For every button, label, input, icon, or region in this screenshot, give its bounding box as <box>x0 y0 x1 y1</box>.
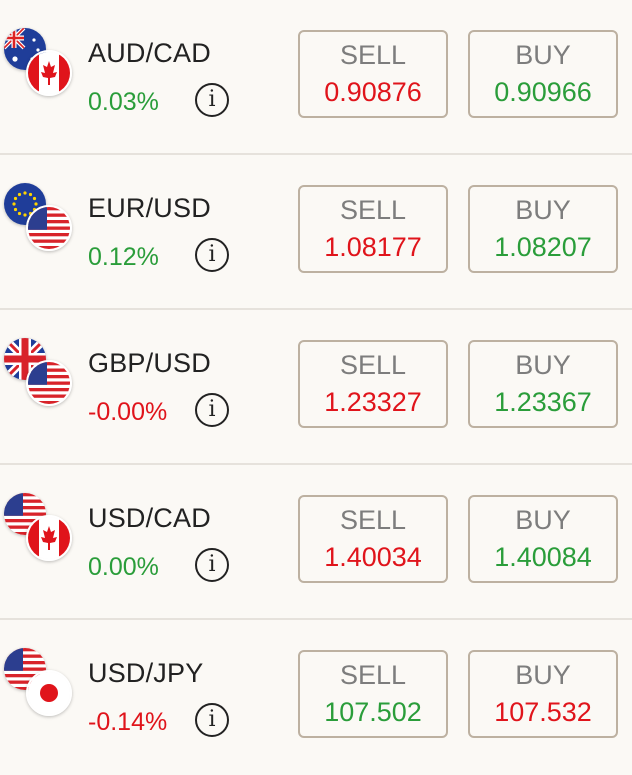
pair-name: USD/CAD <box>88 503 211 533</box>
buy-label: BUY <box>515 350 571 380</box>
instrument-row-usd-jpy[interactable]: USD/JPY -0.14% i SELL 107.502 BUY 107.53… <box>0 620 632 775</box>
buy-button[interactable]: BUY 107.532 <box>468 650 618 738</box>
canada-flag-icon <box>26 50 72 96</box>
buy-price: 0.90966 <box>494 77 592 107</box>
sell-label: SELL <box>339 350 407 380</box>
daily-change: 0.00% <box>88 553 159 581</box>
pair-name: AUD/CAD <box>88 38 211 68</box>
info-icon[interactable]: i <box>195 393 229 427</box>
daily-change: -0.00% <box>88 398 168 426</box>
sell-label: SELL <box>339 660 407 690</box>
sell-button[interactable]: SELL 0.90876 <box>298 30 448 118</box>
us-flag-icon <box>26 205 72 251</box>
sell-button[interactable]: SELL 1.23327 <box>298 340 448 428</box>
canada-flag-icon <box>26 515 72 561</box>
sell-label: SELL <box>339 505 407 535</box>
buy-button[interactable]: BUY 1.23367 <box>468 340 618 428</box>
instrument-row-aud-cad[interactable]: AUD/CAD 0.03% i SELL 0.90876 BUY 0.90966 <box>0 0 632 155</box>
buy-label: BUY <box>515 195 571 225</box>
currency-flags <box>4 183 74 253</box>
japan-flag-icon <box>26 670 72 716</box>
sell-price: 1.08177 <box>324 232 422 262</box>
info-icon[interactable]: i <box>195 83 229 117</box>
buy-label: BUY <box>515 40 571 70</box>
info-icon[interactable]: i <box>195 548 229 582</box>
daily-change: 0.12% <box>88 243 159 271</box>
buy-button[interactable]: BUY 0.90966 <box>468 30 618 118</box>
currency-flags <box>4 648 74 718</box>
daily-change: 0.03% <box>88 88 159 116</box>
sell-price: 0.90876 <box>324 77 422 107</box>
instrument-list: AUD/CAD 0.03% i SELL 0.90876 BUY 0.90966… <box>0 0 632 766</box>
buy-label: BUY <box>515 505 571 535</box>
pair-name: USD/JPY <box>88 658 204 688</box>
sell-label: SELL <box>339 40 407 70</box>
info-icon[interactable]: i <box>195 238 229 272</box>
instrument-row-eur-usd[interactable]: EUR/USD 0.12% i SELL 1.08177 BUY 1.08207 <box>0 155 632 310</box>
sell-price: 1.40034 <box>324 542 422 572</box>
daily-change: -0.14% <box>88 708 168 736</box>
currency-flags <box>4 28 74 98</box>
info-icon[interactable]: i <box>195 703 229 737</box>
instrument-row-gbp-usd[interactable]: GBP/USD -0.00% i SELL 1.23327 BUY 1.2336… <box>0 310 632 465</box>
us-flag-icon <box>26 360 72 406</box>
currency-flags <box>4 493 74 563</box>
sell-button[interactable]: SELL 107.502 <box>298 650 448 738</box>
instrument-row-usd-cad[interactable]: USD/CAD 0.00% i SELL 1.40034 BUY 1.40084 <box>0 465 632 620</box>
pair-name: GBP/USD <box>88 348 211 378</box>
buy-price: 107.532 <box>494 697 592 727</box>
currency-flags <box>4 338 74 408</box>
sell-button[interactable]: SELL 1.08177 <box>298 185 448 273</box>
pair-name: EUR/USD <box>88 193 211 223</box>
buy-price: 1.40084 <box>494 542 592 572</box>
buy-button[interactable]: BUY 1.40084 <box>468 495 618 583</box>
sell-price: 1.23327 <box>324 387 422 417</box>
sell-button[interactable]: SELL 1.40034 <box>298 495 448 583</box>
buy-price: 1.23367 <box>494 387 592 417</box>
buy-button[interactable]: BUY 1.08207 <box>468 185 618 273</box>
sell-label: SELL <box>339 195 407 225</box>
buy-label: BUY <box>515 660 571 690</box>
sell-price: 107.502 <box>324 697 422 727</box>
buy-price: 1.08207 <box>494 232 592 262</box>
